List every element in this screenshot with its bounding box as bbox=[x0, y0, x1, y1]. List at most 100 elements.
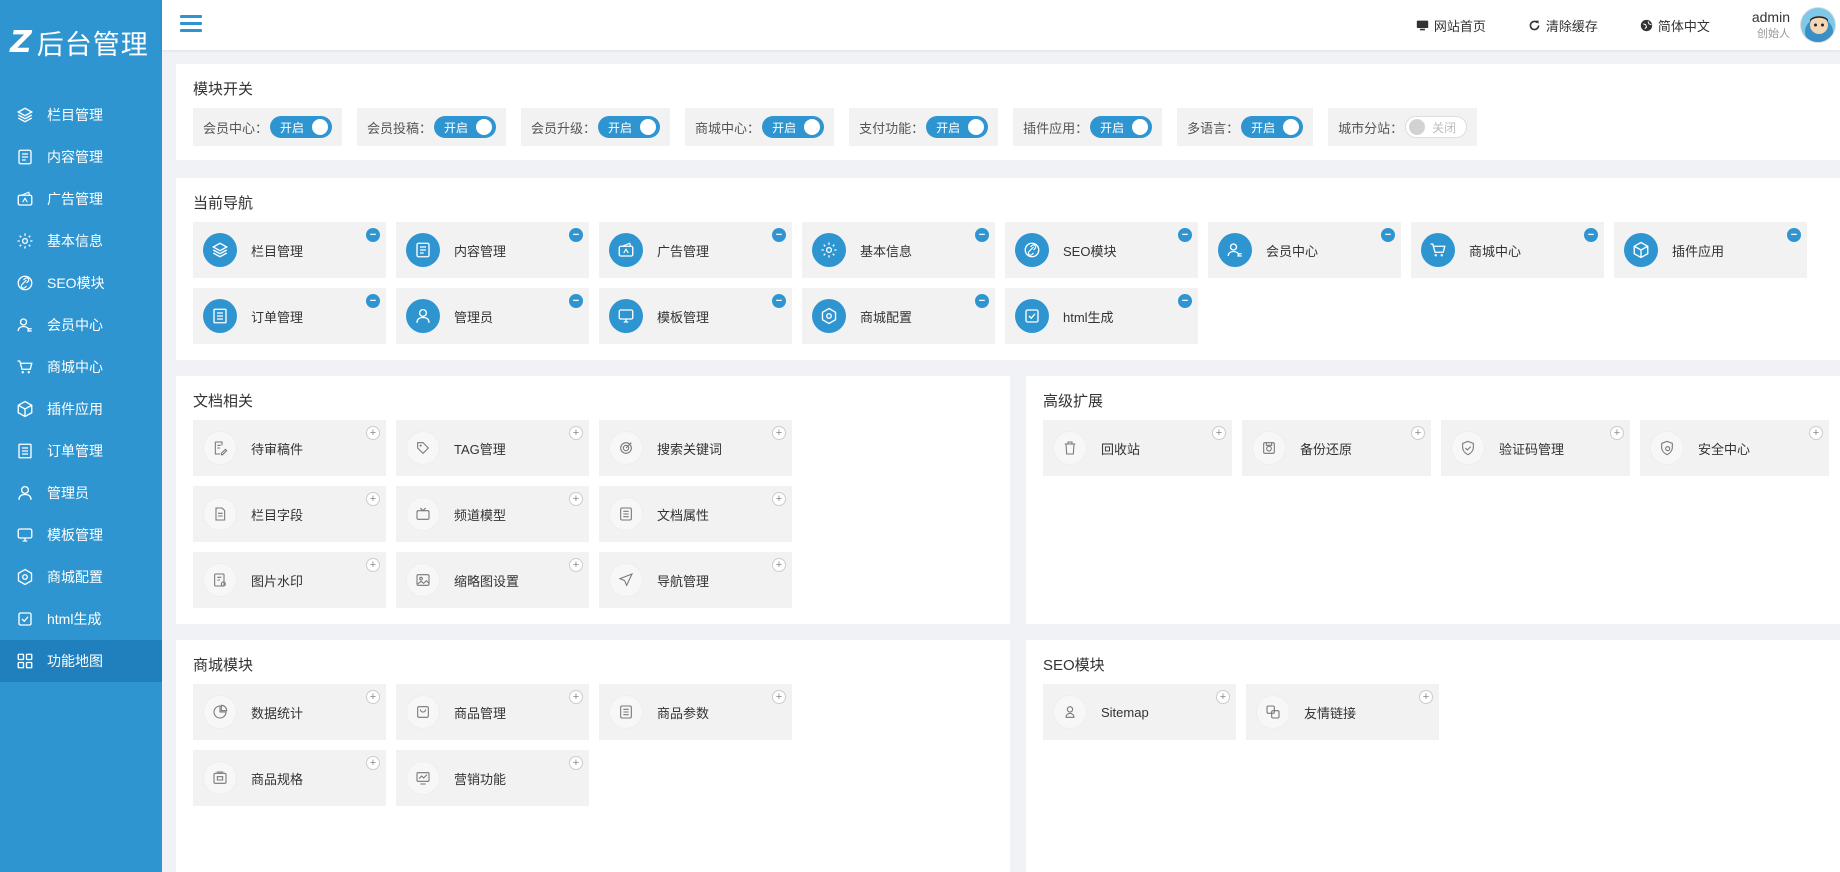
sidebar-item[interactable]: 商城配置 bbox=[0, 556, 162, 598]
shortcut-tile[interactable]: 商城中心 − bbox=[1411, 222, 1604, 278]
toggle-switch[interactable]: 开启 bbox=[1090, 116, 1153, 138]
shortcut-tile[interactable]: 栏目管理 − bbox=[193, 222, 386, 278]
shortcut-tile[interactable]: 数据统计 + bbox=[193, 684, 386, 740]
shortcut-tile[interactable]: SEO模块 − bbox=[1005, 222, 1198, 278]
remove-icon[interactable]: − bbox=[569, 228, 583, 242]
add-icon[interactable]: + bbox=[366, 690, 380, 704]
shortcut-tile[interactable]: 会员中心 − bbox=[1208, 222, 1401, 278]
sidebar-item[interactable]: 商城中心 bbox=[0, 346, 162, 388]
sidebar-item[interactable]: 会员中心 bbox=[0, 304, 162, 346]
add-icon[interactable]: + bbox=[772, 426, 786, 440]
add-icon[interactable]: + bbox=[366, 756, 380, 770]
remove-icon[interactable]: − bbox=[1178, 294, 1192, 308]
shortcut-tile[interactable]: 插件应用 − bbox=[1614, 222, 1807, 278]
header-link-home[interactable]: 网站首页 bbox=[1416, 16, 1486, 35]
remove-icon[interactable]: − bbox=[772, 294, 786, 308]
toggle-switch[interactable]: 开启 bbox=[270, 116, 333, 138]
add-icon[interactable]: + bbox=[366, 426, 380, 440]
sidebar-item[interactable]: 订单管理 bbox=[0, 430, 162, 472]
add-icon[interactable]: + bbox=[1809, 426, 1823, 440]
add-icon[interactable]: + bbox=[366, 558, 380, 572]
logo[interactable]: Z 后台管理 bbox=[0, 0, 162, 84]
sidebar-item[interactable]: 管理员 bbox=[0, 472, 162, 514]
sidebar-item[interactable]: 模板管理 bbox=[0, 514, 162, 556]
sidebar-item[interactable]: 内容管理 bbox=[0, 136, 162, 178]
shortcut-tile[interactable]: 友情链接 + bbox=[1246, 684, 1439, 740]
add-icon[interactable]: + bbox=[1411, 426, 1425, 440]
shortcut-tile[interactable]: 验证码管理 + bbox=[1441, 420, 1630, 476]
tile-icon-circle bbox=[1421, 233, 1455, 267]
shortcut-tile[interactable]: 商品规格 + bbox=[193, 750, 386, 806]
shortcut-tile[interactable]: Sitemap + bbox=[1043, 684, 1236, 740]
toggle-state: 开启 bbox=[772, 120, 797, 135]
shortcut-tile[interactable]: 订单管理 − bbox=[193, 288, 386, 344]
shortcut-tile[interactable]: 回收站 + bbox=[1043, 420, 1232, 476]
add-icon[interactable]: + bbox=[772, 492, 786, 506]
sidebar-item[interactable]: html生成 bbox=[0, 598, 162, 640]
add-icon[interactable]: + bbox=[1419, 690, 1433, 704]
shortcut-tile[interactable]: 内容管理 − bbox=[396, 222, 589, 278]
remove-icon[interactable]: − bbox=[366, 228, 380, 242]
add-icon[interactable]: + bbox=[569, 690, 583, 704]
user-info[interactable]: admin 创始人 bbox=[1752, 9, 1790, 40]
toggle-switch[interactable]: 关闭 bbox=[1405, 116, 1468, 138]
send-icon bbox=[618, 573, 634, 587]
remove-icon[interactable]: − bbox=[366, 294, 380, 308]
add-icon[interactable]: + bbox=[772, 558, 786, 572]
shortcut-tile[interactable]: 缩略图设置 + bbox=[396, 552, 589, 608]
toggle-switch[interactable]: 开启 bbox=[434, 116, 497, 138]
toggle-switch[interactable]: 开启 bbox=[762, 116, 825, 138]
shortcut-tile[interactable]: 备份还原 + bbox=[1242, 420, 1431, 476]
shortcut-tile[interactable]: 营销功能 + bbox=[396, 750, 589, 806]
add-icon[interactable]: + bbox=[1212, 426, 1226, 440]
shortcut-tile[interactable]: 待审稿件 + bbox=[193, 420, 386, 476]
shortcut-tile[interactable]: 模板管理 − bbox=[599, 288, 792, 344]
toggle-switch[interactable]: 开启 bbox=[598, 116, 661, 138]
sidebar-item[interactable]: 插件应用 bbox=[0, 388, 162, 430]
remove-icon[interactable]: − bbox=[1178, 228, 1192, 242]
shortcut-tile[interactable]: 搜索关键词 + bbox=[599, 420, 792, 476]
add-icon[interactable]: + bbox=[1610, 426, 1624, 440]
remove-icon[interactable]: − bbox=[975, 294, 989, 308]
shortcut-tile[interactable]: 图片水印 + bbox=[193, 552, 386, 608]
remove-icon[interactable]: − bbox=[1787, 228, 1801, 242]
add-icon[interactable]: + bbox=[772, 690, 786, 704]
sidebar-item[interactable]: SEO模块 bbox=[0, 262, 162, 304]
gear-icon bbox=[17, 233, 33, 249]
header-link-clear-cache[interactable]: 清除缓存 bbox=[1528, 16, 1598, 35]
shortcut-tile[interactable]: 栏目字段 + bbox=[193, 486, 386, 542]
add-icon[interactable]: + bbox=[569, 492, 583, 506]
shortcut-tile[interactable]: 管理员 − bbox=[396, 288, 589, 344]
remove-icon[interactable]: − bbox=[1584, 228, 1598, 242]
shortcut-tile[interactable]: 商城配置 − bbox=[802, 288, 995, 344]
shortcut-tile[interactable]: 基本信息 − bbox=[802, 222, 995, 278]
shortcut-tile[interactable]: html生成 − bbox=[1005, 288, 1198, 344]
remove-icon[interactable]: − bbox=[772, 228, 786, 242]
avatar[interactable] bbox=[1800, 7, 1836, 43]
sidebar-item[interactable]: 基本信息 bbox=[0, 220, 162, 262]
shortcut-tile[interactable]: 文档属性 + bbox=[599, 486, 792, 542]
shortcut-tile[interactable]: 商品参数 + bbox=[599, 684, 792, 740]
shortcut-tile[interactable]: 导航管理 + bbox=[599, 552, 792, 608]
shortcut-tile[interactable]: 频道模型 + bbox=[396, 486, 589, 542]
shortcut-tile[interactable]: 商品管理 + bbox=[396, 684, 589, 740]
sidebar-item[interactable]: 广告管理 bbox=[0, 178, 162, 220]
toggle-switch[interactable]: 开启 bbox=[926, 116, 989, 138]
menu-toggle-icon[interactable] bbox=[180, 15, 202, 33]
list-icon bbox=[213, 308, 227, 324]
add-icon[interactable]: + bbox=[569, 756, 583, 770]
toggle-switch[interactable]: 开启 bbox=[1241, 116, 1304, 138]
add-icon[interactable]: + bbox=[366, 492, 380, 506]
add-icon[interactable]: + bbox=[569, 558, 583, 572]
shortcut-tile[interactable]: 广告管理 − bbox=[599, 222, 792, 278]
remove-icon[interactable]: − bbox=[569, 294, 583, 308]
remove-icon[interactable]: − bbox=[1381, 228, 1395, 242]
sidebar-item[interactable]: 功能地图 bbox=[0, 640, 162, 682]
shortcut-tile[interactable]: TAG管理 + bbox=[396, 420, 589, 476]
add-icon[interactable]: + bbox=[1216, 690, 1230, 704]
shortcut-tile[interactable]: 安全中心 + bbox=[1640, 420, 1829, 476]
sidebar-item[interactable]: 栏目管理 bbox=[0, 94, 162, 136]
remove-icon[interactable]: − bbox=[975, 228, 989, 242]
header-link-language[interactable]: 简体中文 bbox=[1640, 16, 1710, 35]
add-icon[interactable]: + bbox=[569, 426, 583, 440]
